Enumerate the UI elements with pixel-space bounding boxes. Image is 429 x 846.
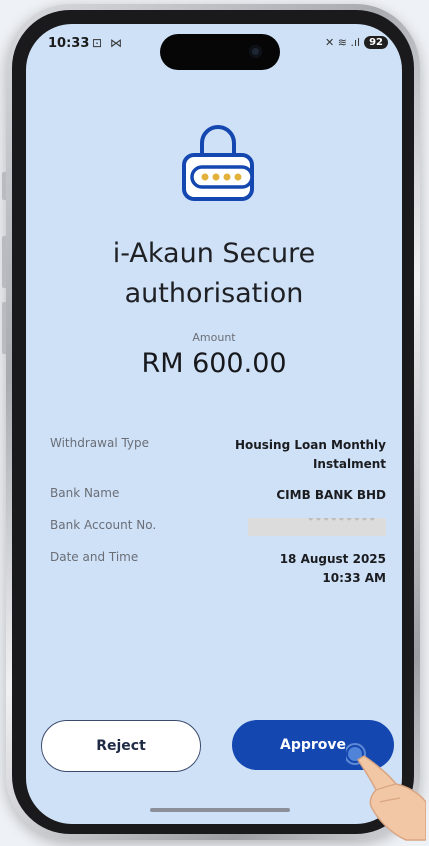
withdrawal-type-line: Housing Loan Monthly bbox=[234, 438, 386, 452]
date-value: 18 August 2025 bbox=[279, 552, 386, 566]
masked-digits: ••••••••• bbox=[306, 518, 376, 526]
side-button bbox=[2, 302, 6, 354]
amount-value: RM 600.00 bbox=[141, 348, 287, 379]
amount-label: Amount bbox=[192, 331, 236, 344]
app-screen: 10:33 ⊡ ⋈ ✕ ≋ .ıl 92 i-Akaun Secure auth… bbox=[26, 24, 402, 824]
signal-icons: ✕ ≋ .ıl bbox=[325, 36, 361, 49]
withdrawal-type-label: Withdrawal Type bbox=[50, 436, 150, 450]
battery-icon: 92 bbox=[364, 36, 388, 49]
side-button bbox=[2, 236, 6, 288]
status-bar: 10:33 ⊡ ⋈ ✕ ≋ .ıl 92 bbox=[26, 24, 402, 70]
detail-row-bank-account: Bank Account No. ••••••••• bbox=[50, 518, 386, 536]
notification-icons: ⊡ ⋈ bbox=[92, 36, 124, 50]
dynamic-island bbox=[160, 34, 280, 70]
detail-row-date-time: Date and Time 18 August 2025 10:33 AM bbox=[50, 550, 386, 588]
padlock-password-icon bbox=[178, 119, 258, 203]
reject-button[interactable]: Reject bbox=[41, 720, 201, 772]
home-indicator[interactable] bbox=[150, 808, 290, 812]
withdrawal-type-value: Housing Loan Monthly Instalment bbox=[235, 436, 386, 474]
bank-name-value: CIMB BANK BHD bbox=[276, 488, 386, 502]
title-line: authorisation bbox=[124, 278, 304, 309]
date-time-value: 18 August 2025 10:33 AM bbox=[280, 550, 386, 588]
detail-row-withdrawal-type: Withdrawal Type Housing Loan Monthly Ins… bbox=[50, 436, 386, 474]
status-indicators: ✕ ≋ .ıl 92 bbox=[325, 36, 388, 49]
bank-account-masked-value: ••••••••• bbox=[248, 518, 386, 536]
bank-name-label: Bank Name bbox=[50, 486, 120, 500]
camera-icon bbox=[249, 45, 262, 58]
date-time-label: Date and Time bbox=[50, 550, 139, 564]
bank-account-label: Bank Account No. bbox=[50, 518, 157, 532]
tap-hand-icon bbox=[344, 742, 427, 842]
withdrawal-type-line: Instalment bbox=[312, 457, 386, 471]
time-value: 10:33 AM bbox=[322, 571, 386, 585]
title-line: i-Akaun Secure bbox=[112, 238, 316, 269]
page-title: i-Akaun Secure authorisation bbox=[26, 234, 402, 314]
status-time: 10:33 bbox=[48, 36, 90, 51]
detail-row-bank-name: Bank Name CIMB BANK BHD bbox=[50, 486, 386, 505]
side-button bbox=[2, 172, 6, 200]
